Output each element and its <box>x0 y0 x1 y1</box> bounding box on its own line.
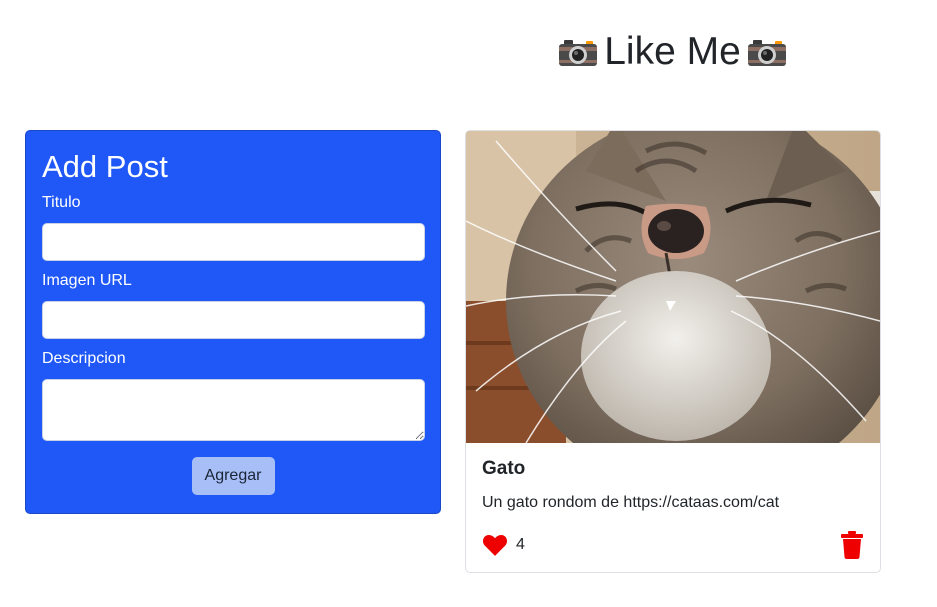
title-label: Titulo <box>42 194 81 211</box>
description-label: Descripcion <box>42 350 126 367</box>
form-title: Add Post <box>42 149 168 184</box>
post-description: Un gato rondom de https://cataas.com/cat <box>482 494 780 511</box>
image-url-input[interactable] <box>42 301 425 339</box>
page-title: Like Me <box>540 28 805 76</box>
post-card: Gato Un gato rondom de https://cataas.co… <box>465 130 881 573</box>
description-textarea[interactable] <box>42 379 425 441</box>
post-body: Gato Un gato rondom de https://cataas.co… <box>466 443 880 559</box>
post-actions: 4 <box>482 531 864 559</box>
camera-icon <box>558 36 598 68</box>
image-url-label: Imagen URL <box>42 272 132 289</box>
post-title: Gato <box>482 458 526 479</box>
form-actions: Agregar <box>42 457 424 495</box>
add-post-button[interactable]: Agregar <box>191 457 275 495</box>
camera-icon <box>747 36 787 68</box>
like-count: 4 <box>516 536 525 553</box>
page-title-text: Like Me <box>604 30 741 73</box>
title-input[interactable] <box>42 223 425 261</box>
post-image <box>466 131 880 443</box>
like-group: 4 <box>482 533 525 557</box>
heart-icon[interactable] <box>482 533 508 557</box>
trash-icon[interactable] <box>840 531 864 559</box>
add-post-form: Add Post Titulo Imagen URL Descripcion A… <box>25 130 441 514</box>
